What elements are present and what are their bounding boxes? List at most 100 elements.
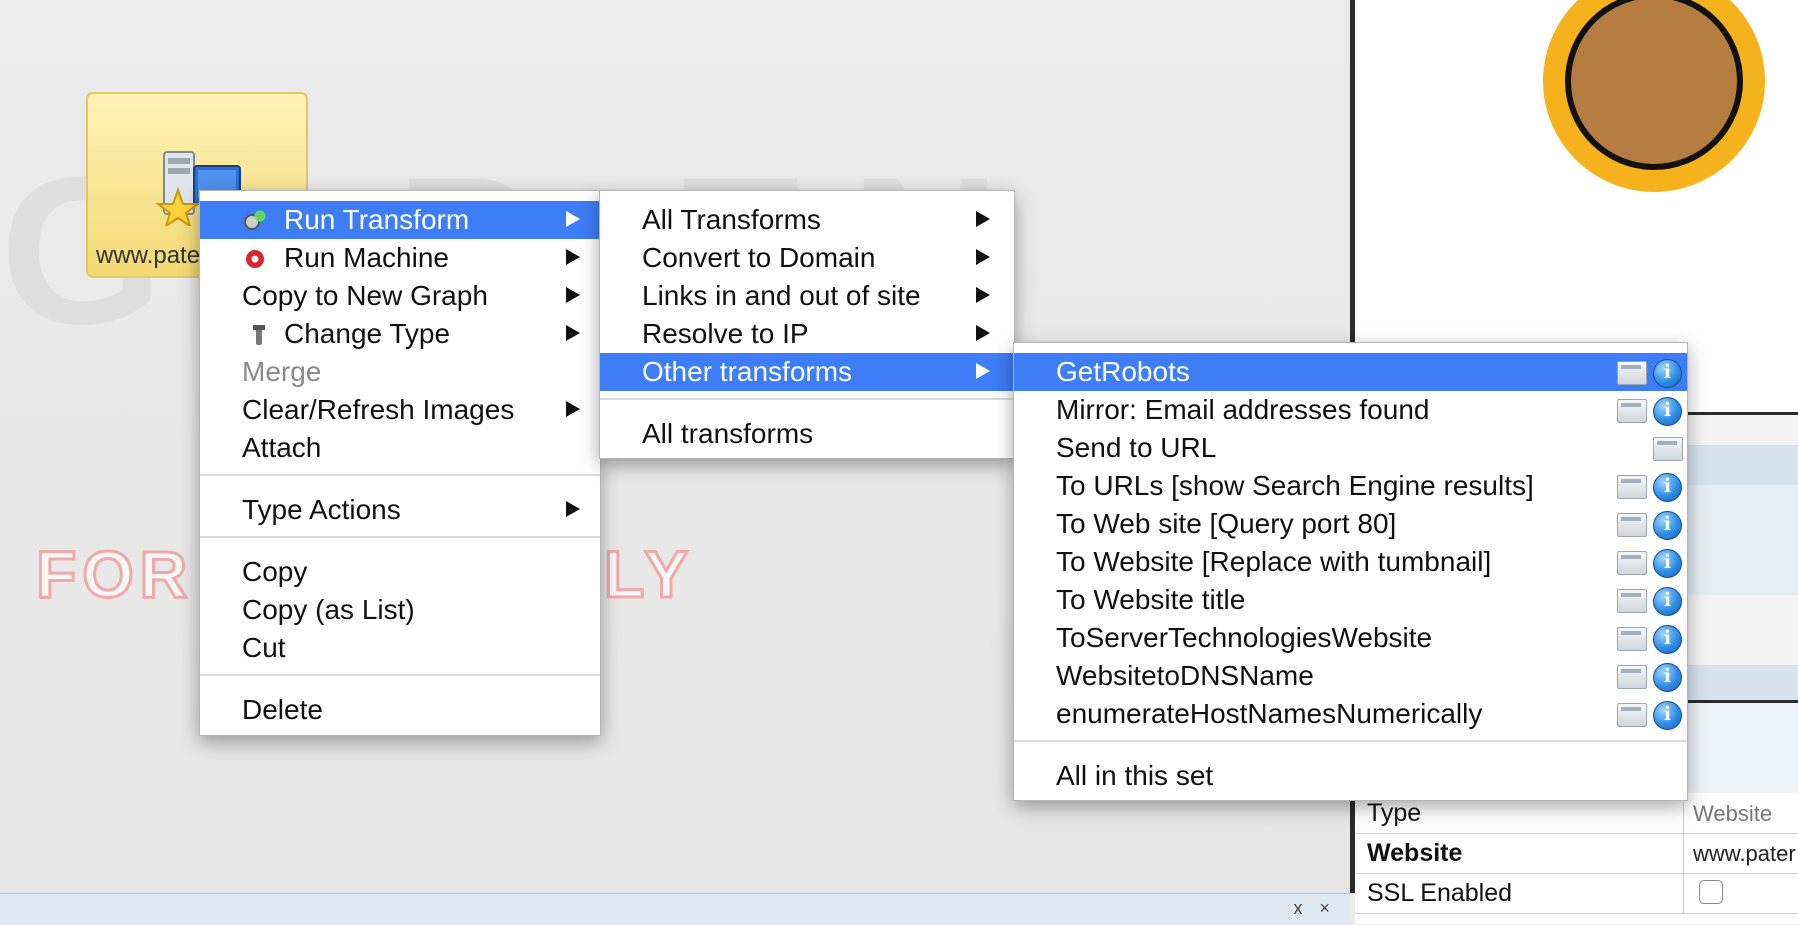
gears-icon: [244, 210, 266, 230]
menu-item-label: GetRobots: [1056, 356, 1190, 387]
transform-window-icon: [1617, 665, 1647, 689]
menu-item-run-machine[interactable]: Run Machine: [200, 239, 600, 277]
node-preview-ring: [1543, 0, 1765, 192]
transform-icons: [1617, 397, 1683, 426]
info-icon[interactable]: [1653, 397, 1682, 426]
other-transforms-submenu: GetRobots Mirror: Email addresses found …: [1013, 342, 1688, 801]
menu-item-label: WebsitetoDNSName: [1056, 660, 1314, 691]
menu-item-mirror-email[interactable]: Mirror: Email addresses found: [1014, 391, 1687, 429]
menu-item-label: All transforms: [642, 418, 814, 449]
property-value[interactable]: www.pater: [1693, 841, 1796, 867]
submenu-arrow-icon: [976, 249, 990, 265]
info-icon[interactable]: [1653, 473, 1682, 502]
menu-item-label: All in this set: [1056, 760, 1214, 791]
menu-item-label: Copy: [242, 556, 308, 587]
machine-icon: [246, 250, 264, 268]
menu-item-label: Convert to Domain: [642, 242, 876, 273]
menu-item-to-web-site-port80[interactable]: To Web site [Query port 80]: [1014, 505, 1687, 543]
menu-item-change-type[interactable]: Change Type: [200, 315, 600, 353]
menu-item-other-transforms[interactable]: Other transforms: [600, 353, 1014, 391]
menu-item-copy-as-list[interactable]: Copy (as List): [200, 591, 600, 629]
info-icon[interactable]: [1653, 701, 1682, 730]
entity-label: www.pate: [96, 242, 201, 269]
node-preview-fill: [1565, 0, 1743, 170]
menu-item-label: To Website title: [1056, 584, 1246, 615]
menu-item-copy[interactable]: Copy: [200, 553, 600, 591]
transform-icons: [1617, 435, 1683, 463]
menu-item-label: Merge: [242, 356, 322, 387]
menu-item-label: Links in and out of site: [642, 280, 921, 311]
menu-item-website-to-dns-name[interactable]: WebsitetoDNSName: [1014, 657, 1687, 695]
menu-item-all-transforms[interactable]: All Transforms: [600, 201, 1014, 239]
menu-item-label: Copy to New Graph: [242, 280, 488, 311]
transform-window-icon: [1617, 475, 1647, 499]
menu-item-all-in-this-set[interactable]: All in this set: [1014, 757, 1687, 795]
transform-icons: [1617, 701, 1683, 730]
submenu-arrow-icon: [976, 325, 990, 341]
property-value[interactable]: Website: [1693, 801, 1772, 827]
menu-item-label: Run Machine: [284, 242, 449, 273]
menu-item-label: Mirror: Email addresses found: [1056, 394, 1430, 425]
menu-item-type-actions[interactable]: Type Actions: [200, 491, 600, 529]
menu-item-label: To Web site [Query port 80]: [1056, 508, 1397, 539]
transform-window-icon: [1617, 551, 1647, 575]
menu-item-label: Copy (as List): [242, 594, 415, 625]
info-icon[interactable]: [1653, 587, 1682, 616]
menu-item-to-website-thumbnail[interactable]: To Website [Replace with tumbnail]: [1014, 543, 1687, 581]
transform-window-icon: [1653, 437, 1683, 461]
menu-item-resolve-to-ip[interactable]: Resolve to IP: [600, 315, 1014, 353]
menu-item-delete[interactable]: Delete: [200, 691, 600, 729]
ssl-enabled-checkbox[interactable]: [1699, 880, 1723, 904]
menu-item-links-in-and-out[interactable]: Links in and out of site: [600, 277, 1014, 315]
property-row-website: Website www.pater: [1355, 833, 1798, 874]
menu-item-label: Clear/Refresh Images: [242, 394, 515, 425]
submenu-arrow-icon: [566, 211, 580, 227]
menu-item-server-technologies[interactable]: ToServerTechnologiesWebsite: [1014, 619, 1687, 657]
output-panel-header: x ×: [0, 893, 1350, 925]
transform-window-icon: [1617, 361, 1647, 385]
transform-icons: [1617, 473, 1683, 502]
context-menu: Run Transform Run Machine Copy to New Gr…: [199, 190, 601, 736]
menu-item-copy-to-new-graph[interactable]: Copy to New Graph: [200, 277, 600, 315]
menu-item-merge: Merge: [200, 353, 600, 391]
column-divider: [1683, 873, 1684, 913]
menu-item-label: Run Transform: [284, 204, 470, 235]
menu-item-enumerate-hostnames[interactable]: enumerateHostNamesNumerically: [1014, 695, 1687, 733]
transform-icons: [1617, 549, 1683, 578]
menu-separator: [200, 674, 600, 676]
menu-item-send-to-url[interactable]: Send to URL: [1014, 429, 1687, 467]
menu-item-to-urls[interactable]: To URLs [show Search Engine results]: [1014, 467, 1687, 505]
panel-window-controls[interactable]: x ×: [1293, 898, 1336, 919]
column-divider: [1683, 833, 1684, 873]
menu-item-label: Other transforms: [642, 356, 853, 387]
submenu-arrow-icon: [976, 363, 990, 379]
tool-icon: [253, 325, 265, 345]
transform-window-icon: [1617, 627, 1647, 651]
menu-item-to-website-title[interactable]: To Website title: [1014, 581, 1687, 619]
menu-item-label: ToServerTechnologiesWebsite: [1056, 622, 1433, 653]
menu-item-label: Send to URL: [1056, 432, 1217, 463]
menu-item-attach[interactable]: Attach: [200, 429, 600, 467]
menu-item-label: Cut: [242, 632, 286, 663]
menu-item-run-transform[interactable]: Run Transform: [200, 201, 600, 239]
menu-item-getrobots[interactable]: GetRobots: [1014, 353, 1687, 391]
info-icon[interactable]: [1653, 359, 1682, 388]
property-key: Website: [1367, 839, 1463, 867]
transform-window-icon: [1617, 589, 1647, 613]
menu-item-label: Delete: [242, 694, 323, 725]
menu-item-clear-refresh-images[interactable]: Clear/Refresh Images: [200, 391, 600, 429]
transform-icons: [1617, 511, 1683, 540]
menu-item-cut[interactable]: Cut: [200, 629, 600, 667]
info-icon[interactable]: [1653, 549, 1682, 578]
menu-item-all-transforms-bottom[interactable]: All transforms: [600, 415, 1014, 453]
info-icon[interactable]: [1653, 511, 1682, 540]
submenu-arrow-icon: [566, 325, 580, 341]
menu-item-convert-to-domain[interactable]: Convert to Domain: [600, 239, 1014, 277]
submenu-arrow-icon: [566, 501, 580, 517]
run-transform-submenu: All Transforms Convert to Domain Links i…: [599, 190, 1015, 459]
info-icon[interactable]: [1653, 663, 1682, 692]
property-key: SSL Enabled: [1367, 879, 1513, 907]
transform-window-icon: [1617, 399, 1647, 423]
info-icon[interactable]: [1653, 625, 1682, 654]
submenu-arrow-icon: [566, 287, 580, 303]
